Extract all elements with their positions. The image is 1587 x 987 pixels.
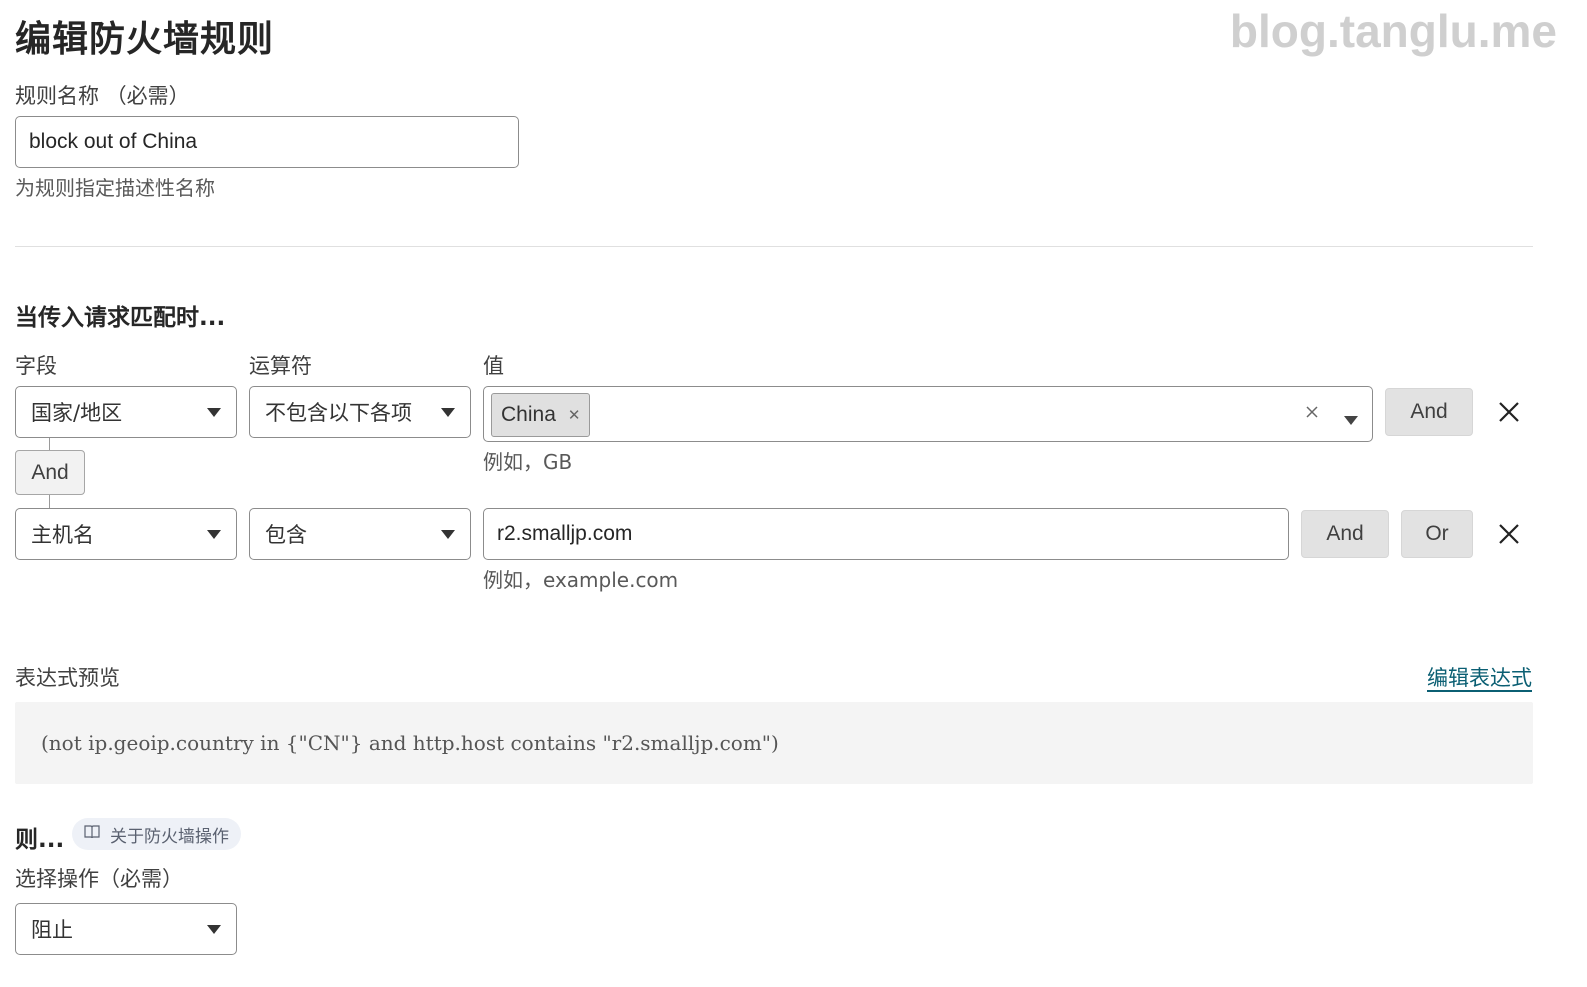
rule-name-value: block out of China (29, 130, 198, 153)
clear-icon[interactable] (1304, 404, 1320, 424)
row1-operator-value: 不包含以下各项 (265, 401, 412, 425)
value-tag-china: China ✕ (491, 393, 591, 437)
rule-name-label: 规则名称 （必需） (15, 84, 190, 108)
action-section-title: 则... (15, 827, 65, 853)
doc-link-label: 关于防火墙操作 (110, 826, 229, 847)
chevron-down-icon (207, 529, 221, 539)
row1-remove-icon[interactable] (1496, 399, 1522, 425)
rule-name-input[interactable]: block out of China (15, 116, 519, 168)
action-selected-value: 阻止 (31, 918, 73, 942)
row2-operator-value: 包含 (265, 523, 307, 547)
action-select-label: 选择操作（必需） (15, 867, 183, 891)
row1-field-select[interactable]: 国家/地区 (15, 386, 237, 438)
row2-field-select[interactable]: 主机名 (15, 508, 237, 560)
value-tag-label: China (501, 403, 556, 426)
rule-name-hint: 为规则指定描述性名称 (15, 176, 215, 200)
row1-value-hint: 例如，GB (483, 450, 573, 474)
connector-line (49, 438, 50, 450)
row1-and-button[interactable]: And (1385, 388, 1473, 436)
chevron-down-icon (441, 529, 455, 539)
connector-line (49, 495, 50, 508)
watermark: blog.tanglu.me (1229, 5, 1557, 57)
chevron-down-icon (441, 407, 455, 417)
expression-preview-box: (not ip.geoip.country in {"CN"} and http… (15, 702, 1533, 784)
chevron-down-icon[interactable] (1344, 410, 1358, 429)
row1-field-value: 国家/地区 (31, 401, 123, 425)
connector-and-button[interactable]: And (15, 450, 85, 495)
row2-or-button[interactable]: Or (1401, 510, 1473, 558)
edit-expression-link[interactable]: 编辑表达式 (1427, 662, 1532, 692)
match-section-title: 当传入请求匹配时... (15, 305, 226, 331)
row2-remove-icon[interactable] (1496, 521, 1522, 547)
row2-value-input[interactable]: r2.smalljp.com (483, 508, 1289, 560)
page-title: 编辑防火墙规则 (15, 19, 275, 60)
chevron-down-icon (207, 924, 221, 934)
remove-tag-icon[interactable]: ✕ (568, 406, 581, 424)
action-select[interactable]: 阻止 (15, 903, 237, 955)
field-column-header: 字段 (15, 354, 57, 378)
expression-text: (not ip.geoip.country in {"CN"} and http… (41, 731, 779, 755)
row2-field-value: 主机名 (31, 523, 94, 547)
section-divider (15, 246, 1533, 247)
operator-column-header: 运算符 (249, 354, 312, 378)
expression-preview-label: 表达式预览 (15, 666, 120, 690)
chevron-down-icon (207, 407, 221, 417)
row2-value-text: r2.smalljp.com (497, 522, 633, 545)
value-column-header: 值 (483, 354, 504, 378)
row2-value-hint: 例如，example.com (483, 568, 679, 592)
row2-and-button[interactable]: And (1301, 510, 1389, 558)
firewall-actions-doc-link[interactable]: 关于防火墙操作 (72, 818, 241, 850)
book-icon (84, 824, 100, 844)
row1-operator-select[interactable]: 不包含以下各项 (249, 386, 471, 438)
row2-operator-select[interactable]: 包含 (249, 508, 471, 560)
row1-value-multiselect[interactable]: China ✕ (483, 386, 1373, 442)
